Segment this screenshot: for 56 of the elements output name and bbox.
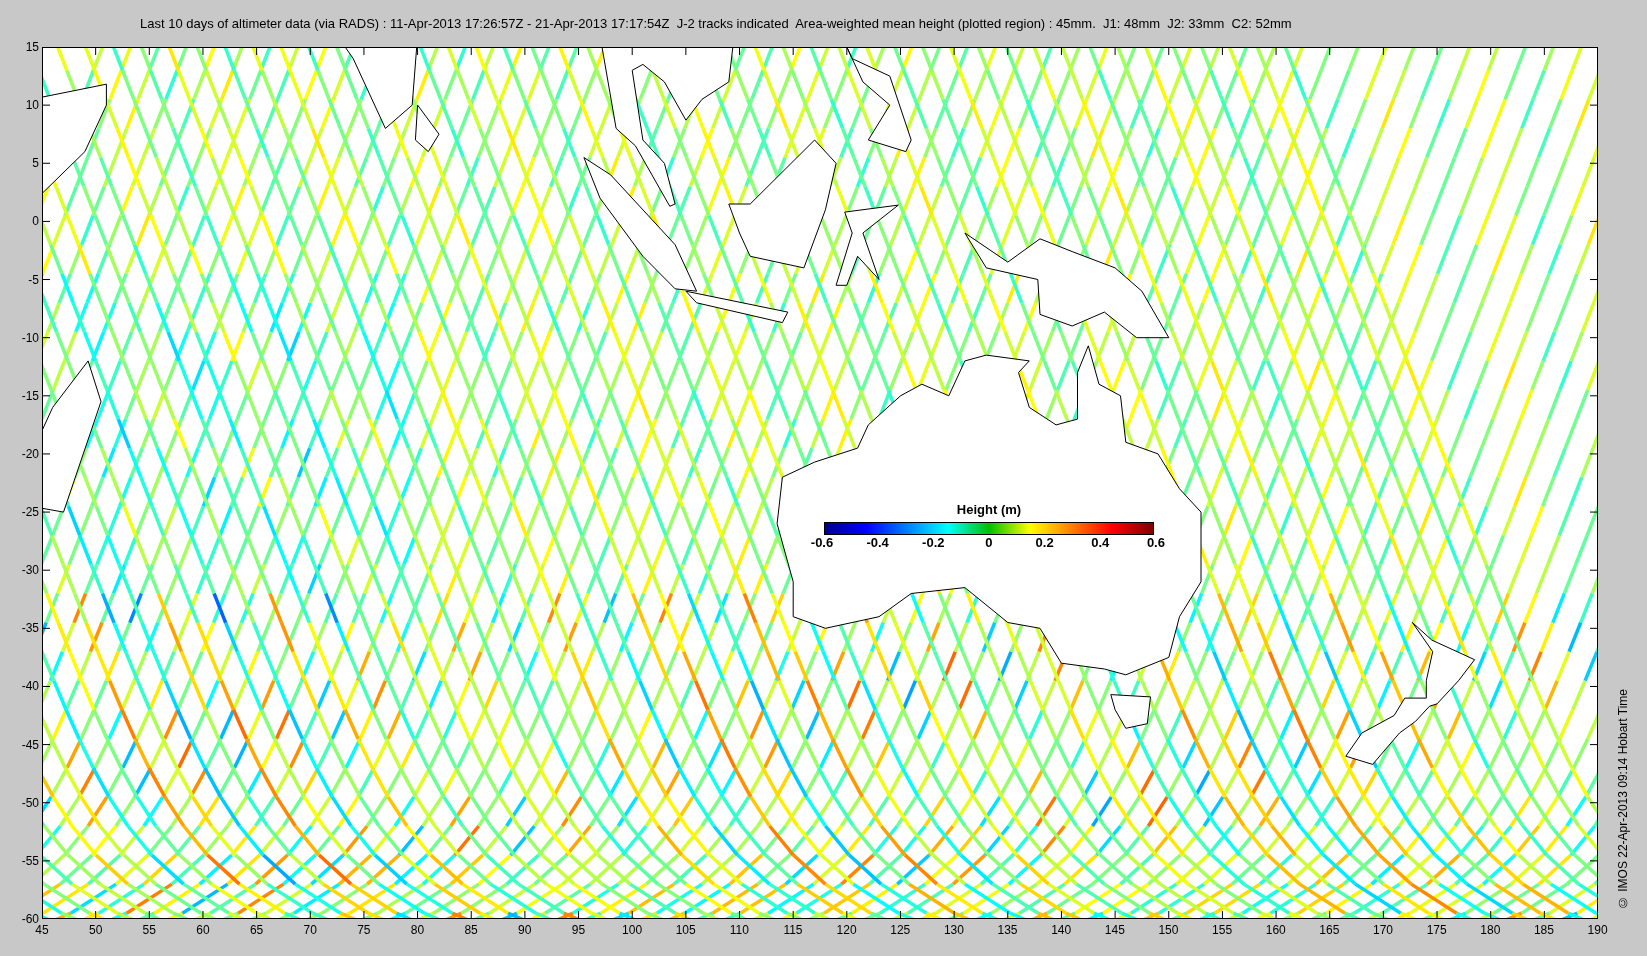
x-axis-label: 90 (517, 922, 533, 938)
x-axis-label: 60 (195, 922, 211, 938)
colorbar-tick-label: -0.2 (921, 535, 946, 551)
x-axis-label: 175 (1425, 922, 1448, 938)
x-axis-label: 85 (463, 922, 479, 938)
x-axis-label: 120 (835, 922, 858, 938)
colorbar-tick-label: 0 (984, 535, 994, 551)
y-axis-label: -20 (21, 446, 39, 461)
x-axis-label: 165 (1318, 922, 1341, 938)
x-axis-label: 105 (674, 922, 697, 938)
x-axis-label: 110 (728, 922, 750, 938)
x-axis-label: 145 (1103, 922, 1126, 938)
x-axis-label: 135 (996, 922, 1019, 938)
colorbar-tick-label: -0.6 (809, 535, 835, 551)
y-axis-label: -40 (21, 679, 39, 694)
colorbar-tick-label: 0.4 (1090, 535, 1111, 551)
x-axis-label: 75 (356, 922, 372, 938)
x-axis-label: 130 (942, 922, 965, 938)
y-axis-label: -45 (21, 737, 39, 752)
y-axis-label: -25 (21, 505, 39, 519)
x-axis-label: 80 (409, 922, 426, 938)
x-axis-label: 185 (1532, 922, 1555, 938)
x-axis-label: 115 (782, 922, 804, 938)
x-axis-label: 140 (1050, 922, 1073, 938)
credit-text: © IMOS 22-Apr-2013 09:14 Hobart Time (1615, 688, 1630, 909)
x-axis-label: 55 (141, 922, 157, 938)
x-axis-label: 50 (87, 922, 104, 938)
y-axis-label: 15 (25, 40, 39, 54)
y-axis-label: -50 (21, 795, 39, 810)
x-axis-label: 95 (570, 922, 587, 938)
x-axis-label: 70 (302, 922, 318, 938)
y-axis-label: -5 (28, 272, 39, 287)
colorbar-tick-label: 0.2 (1034, 535, 1055, 551)
x-axis-label: 45 (34, 923, 50, 938)
x-axis-label: 155 (1211, 922, 1234, 938)
x-axis-label: 170 (1372, 922, 1395, 938)
y-axis-label: -55 (21, 853, 39, 868)
x-axis-label: 160 (1264, 922, 1287, 938)
colorbar-tick-label: -0.4 (865, 535, 890, 551)
y-axis-label: -10 (21, 330, 39, 345)
colorbar-tick-label: 0.6 (1145, 535, 1166, 551)
y-axis-label: -30 (21, 563, 39, 578)
y-axis-label: 10 (25, 98, 39, 113)
x-axis-label: 100 (621, 922, 644, 938)
y-axis-label: -35 (21, 621, 39, 636)
x-axis-label: 150 (1157, 922, 1180, 938)
y-axis-label: -15 (21, 388, 39, 403)
y-axis-label: 5 (32, 156, 39, 171)
colorbar-title: Height (m) (956, 502, 1022, 518)
x-axis-label: 65 (248, 922, 265, 938)
y-axis-label: 0 (32, 214, 39, 229)
y-axis-label: -60 (21, 911, 39, 926)
x-axis-label: 190 (1586, 922, 1609, 938)
x-axis-label: 125 (889, 922, 912, 938)
x-axis-label: 180 (1479, 922, 1502, 938)
chart-title: Last 10 days of altimeter data (via RADS) : 11-Apr-2013 17:26:57Z - 21-Apr-2013 17:17:54Z J-2 tracks indicated Area-weighted mean height (plotted region) : 45mm. J1: 48mm J2: 33mm C2: 52mm (140, 16, 1292, 31)
